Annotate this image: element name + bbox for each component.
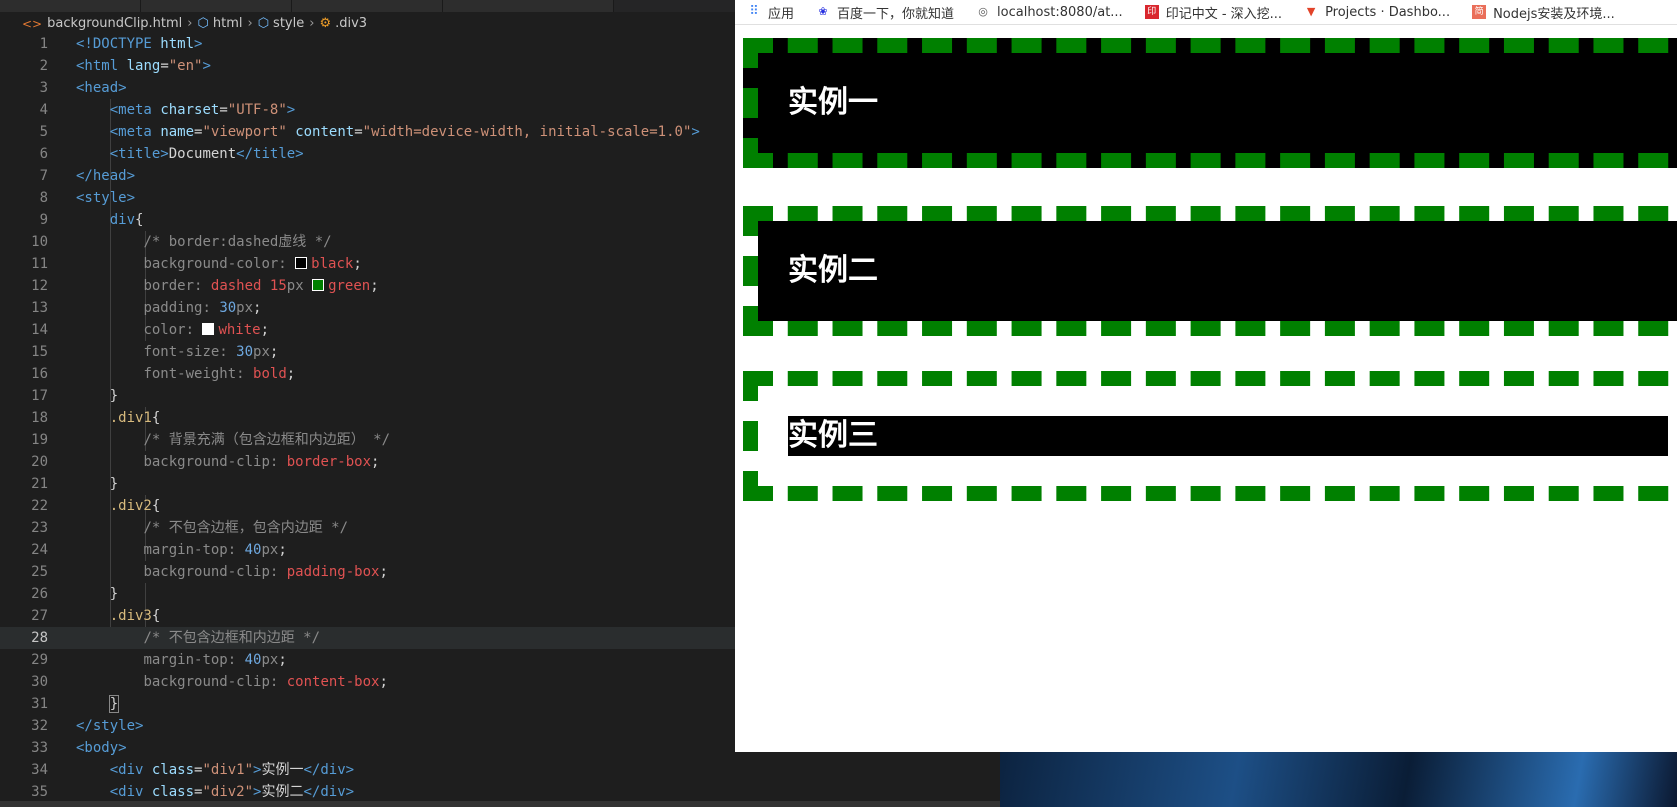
code-line: 17 } [31, 388, 119, 404]
code-line-active: 28 /* 不包含边框和内边距 */ [0, 627, 740, 649]
breadcrumb: <> backgroundClip.html › ⬡ html › ⬡ styl… [0, 12, 740, 35]
code-line: 25 background-clip: padding-box; [31, 564, 388, 580]
apps-grid-icon: ⠿ [749, 4, 759, 19]
bookmark-localhost[interactable]: ◎ localhost:8080/at... [976, 5, 1122, 20]
code-line: 2 <html lang="en"> [39, 58, 211, 74]
bookmarks-bar: ⠿ 应用 ❀ 百度一下，你就知道 ◎ localhost:8080/at... … [735, 0, 1677, 25]
jianshu-logo-icon: 简 [1472, 5, 1487, 19]
editor-tab[interactable] [141, 0, 292, 12]
editor-tab[interactable] [443, 0, 614, 12]
element-cube-icon: ⬡ [197, 16, 209, 31]
color-swatch-icon[interactable] [312, 279, 325, 291]
code-line: 15 font-size: 30px; [31, 344, 279, 360]
code-line: 3 <head> [39, 80, 127, 96]
code-line: 10 /* border:dashed虚线 */ [31, 234, 332, 250]
code-line: 13 padding: 30px; [31, 300, 262, 316]
breadcrumb-item-div3[interactable]: .div3 [335, 16, 367, 31]
code-line: 21 } [31, 476, 119, 492]
code-line: 11 background-color: black; [31, 256, 362, 272]
bookmark-gitlab[interactable]: ▼ Projects · Dashbo... [1304, 5, 1450, 20]
code-line: 34 <div class="div1">实例一</div> [31, 762, 355, 778]
bookmark-baidu[interactable]: ❀ 百度一下，你就知道 [816, 3, 954, 22]
selector-symbol-icon: ⚙ [319, 16, 332, 31]
chevron-right-icon: › [187, 16, 193, 31]
editor-tab[interactable] [292, 0, 443, 12]
docschina-logo-icon: 印 [1144, 5, 1159, 19]
code-line: 23 /* 不包含边框，包含内边距 */ [31, 520, 349, 536]
code-line: 1 <!DOCTYPE html> [39, 36, 203, 52]
code-line: 29 margin-top: 40px; [31, 652, 287, 668]
breadcrumb-file[interactable]: backgroundClip.html [47, 16, 182, 31]
code-line: 6 <title>Document</title> [39, 146, 304, 162]
code-line: 20 background-clip: border-box; [31, 454, 380, 470]
code-line: 19 /* 背景充满（包含边框和内边距） */ [31, 432, 391, 448]
bookmark-jianshu[interactable]: 简 Nodejs安装及环境... [1472, 3, 1615, 22]
browser-window: ⠿ 应用 ❀ 百度一下，你就知道 ◎ localhost:8080/at... … [735, 0, 1677, 752]
gitlab-fox-icon: ▼ [1306, 5, 1316, 18]
code-line: 5 <meta name="viewport" content="width=d… [39, 124, 700, 140]
html-file-icon: <> [22, 16, 43, 31]
code-line: 32 </style> [31, 718, 144, 734]
code-line: 31 } [31, 695, 120, 713]
editor-status-bar [0, 801, 1000, 807]
chevron-right-icon: › [309, 16, 315, 31]
demo-div3: 实例三 [743, 371, 1677, 501]
breadcrumb-item-style[interactable]: style [273, 16, 304, 31]
code-lines[interactable]: 1 <!DOCTYPE html> 2 <html lang="en"> 3 <hea… [0, 33, 740, 803]
code-line: 26 } [31, 586, 119, 602]
chevron-right-icon: › [247, 16, 253, 31]
code-line: 9 div{ [39, 212, 144, 228]
code-line: 12 border: dashed 15px green; [31, 278, 379, 294]
demo-div2: 实例二 [743, 206, 1677, 336]
code-line: 30 background-clip: content-box; [31, 674, 388, 690]
desktop-wallpaper [1000, 752, 1677, 807]
code-line: 14 color: white; [31, 322, 270, 338]
code-line: 4 <meta charset="UTF-8"> [39, 102, 296, 118]
code-line: 7 </head> [39, 168, 136, 184]
code-line: 22 .div2{ [31, 498, 161, 514]
code-line: 27 .div3{ [31, 608, 161, 624]
code-line: 33 <body> [31, 740, 127, 756]
breadcrumb-item-html[interactable]: html [213, 16, 243, 31]
code-line: 24 margin-top: 40px; [31, 542, 287, 558]
element-cube-icon: ⬡ [257, 16, 270, 31]
bookmark-apps[interactable]: ⠿ 应用 [747, 3, 794, 22]
globe-icon: ◎ [978, 5, 988, 18]
color-swatch-icon[interactable] [202, 323, 215, 335]
baidu-paw-icon: ❀ [818, 5, 828, 18]
color-swatch-icon[interactable] [295, 257, 308, 269]
code-line: 8 <style> [39, 190, 136, 206]
code-line: 16 font-weight: bold; [31, 366, 296, 382]
bookmark-docschina[interactable]: 印 印记中文 - 深入挖... [1144, 3, 1282, 22]
code-line: 18 .div1{ [31, 410, 161, 426]
demo-div1: 实例一 [743, 38, 1677, 168]
code-line: 35 <div class="div2">实例二</div> [31, 784, 355, 800]
browser-viewport: 实例一 实例二 实例三 [735, 25, 1677, 752]
editor-tab[interactable] [0, 0, 141, 12]
